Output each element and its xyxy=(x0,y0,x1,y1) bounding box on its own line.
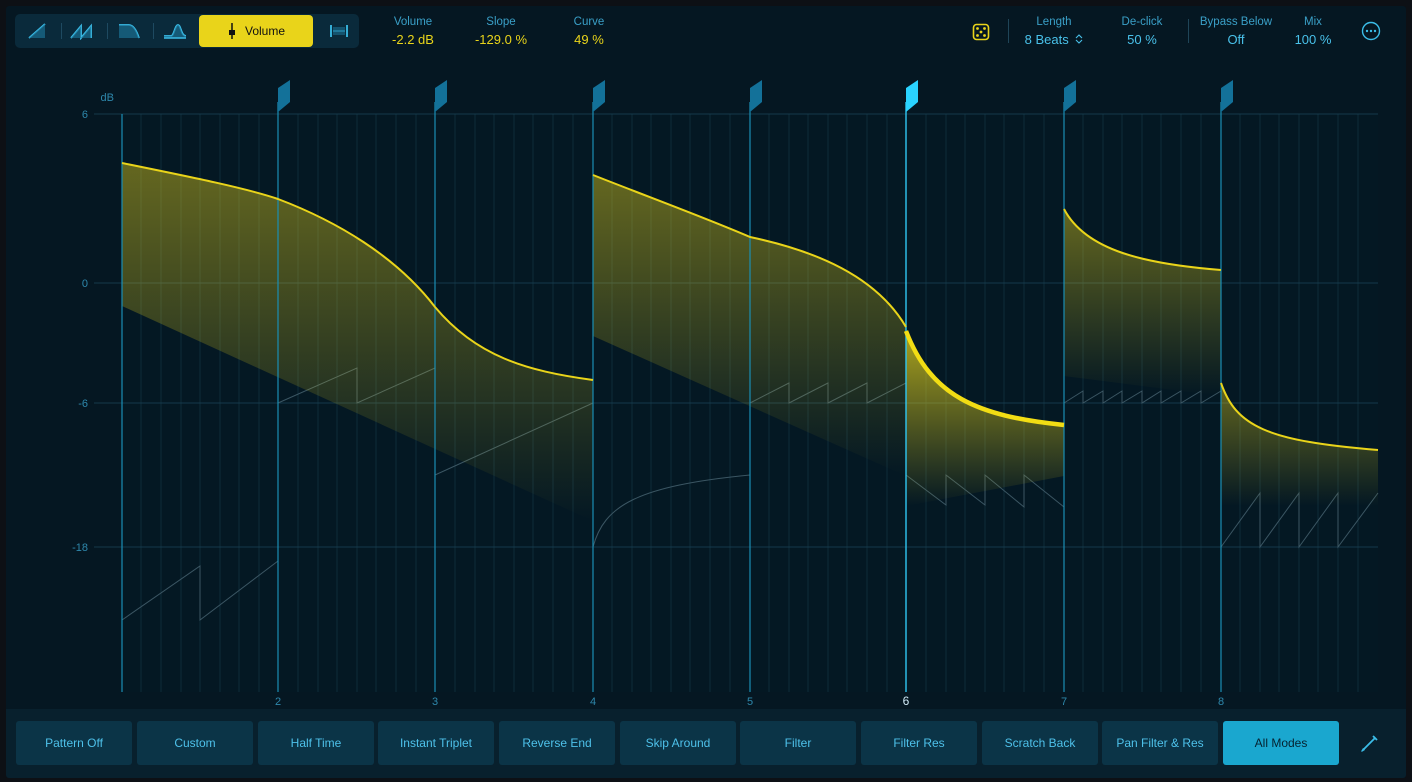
double-ramp-icon[interactable] xyxy=(63,14,103,48)
preset-half-time-button[interactable]: Half Time xyxy=(258,721,374,765)
mix-param[interactable]: Mix 100 % xyxy=(1286,15,1340,49)
preset-pattern-off-button[interactable]: Pattern Off xyxy=(16,721,132,765)
curve-param[interactable]: Curve 49 % xyxy=(559,15,619,49)
step-handles[interactable] xyxy=(278,80,1233,112)
shape-mode-selector: Volume xyxy=(15,14,359,48)
volume-mode-label: Volume xyxy=(244,24,286,38)
declick-param-label: De-click xyxy=(1121,16,1163,28)
length-param-value[interactable]: 8 Beats xyxy=(1018,31,1090,49)
slope-param[interactable]: Slope -129.0 % xyxy=(462,15,540,49)
stretch-icon[interactable] xyxy=(319,14,359,48)
curve-param-label: Curve xyxy=(573,16,605,28)
mix-param-value[interactable]: 100 % xyxy=(1286,31,1340,49)
volume-param-label: Volume xyxy=(393,16,433,28)
step-handle[interactable] xyxy=(278,80,290,112)
ramp-up-icon[interactable] xyxy=(17,14,57,48)
preset-skip-around-button[interactable]: Skip Around xyxy=(620,721,736,765)
volume-mode-button[interactable]: Volume xyxy=(199,15,313,47)
volume-param-value[interactable]: -2.2 dB xyxy=(380,31,446,49)
slope-param-value[interactable]: -129.0 % xyxy=(462,31,540,49)
x-tick-label: 8 xyxy=(1218,696,1224,708)
preset-filter-res-button[interactable]: Filter Res xyxy=(861,721,977,765)
length-param[interactable]: Length 8 Beats xyxy=(1018,15,1090,49)
volume-param[interactable]: Volume -2.2 dB xyxy=(380,15,446,49)
x-tick-label-selected: 6 xyxy=(903,694,910,708)
ramp-down-icon[interactable] xyxy=(109,14,149,48)
step-handle[interactable] xyxy=(1064,80,1076,112)
step-handle[interactable] xyxy=(435,80,447,112)
length-value-text: 8 Beats xyxy=(1024,32,1069,47)
mix-param-label: Mix xyxy=(1304,16,1322,28)
y-tick-label: 0 xyxy=(82,278,88,290)
x-tick-label: 3 xyxy=(432,696,438,708)
preset-scratch-back-button[interactable]: Scratch Back xyxy=(982,721,1098,765)
edit-pencil-icon[interactable] xyxy=(1358,733,1382,757)
top-toolbar: Volume Volume -2.2 dB Slope -129.0 % Cur… xyxy=(6,6,1406,66)
x-tick-label: 4 xyxy=(590,696,596,708)
x-tick-label: 7 xyxy=(1061,696,1067,708)
declick-param[interactable]: De-click 50 % xyxy=(1112,15,1172,49)
more-options-icon[interactable] xyxy=(1360,20,1382,42)
curve-param-value[interactable]: 49 % xyxy=(559,31,619,49)
slope-param-label: Slope xyxy=(486,16,516,28)
stepper-chevron-icon[interactable] xyxy=(1075,33,1083,45)
fader-icon xyxy=(228,23,235,39)
preset-filter-button[interactable]: Filter xyxy=(740,721,856,765)
preset-reverse-end-button[interactable]: Reverse End xyxy=(499,721,615,765)
x-tick-label: 5 xyxy=(747,696,753,708)
y-tick-label: 6 xyxy=(82,109,88,121)
plugin-window: dB 6 0 -6 -18 2 3 4 5 6 7 8 Volume Volum… xyxy=(6,6,1406,778)
step-graph[interactable]: dB 6 0 -6 -18 2 3 4 5 6 7 8 xyxy=(6,6,1406,709)
bypass-below-value[interactable]: Off xyxy=(1195,31,1277,49)
db-unit-label: dB xyxy=(101,92,114,104)
preset-custom-button[interactable]: Custom xyxy=(137,721,253,765)
bypass-below-label: Bypass Below xyxy=(1199,16,1273,28)
preset-bar: Pattern Off Custom Half Time Instant Tri… xyxy=(6,709,1406,778)
preset-all-modes-button[interactable]: All Modes xyxy=(1223,721,1339,765)
step-handle[interactable] xyxy=(1221,80,1233,112)
bypass-below-param[interactable]: Bypass Below Off xyxy=(1195,15,1277,49)
randomize-dice-icon[interactable] xyxy=(971,22,991,42)
length-param-label: Length xyxy=(1036,16,1072,28)
declick-param-value[interactable]: 50 % xyxy=(1112,31,1172,49)
step-handle-selected[interactable] xyxy=(906,80,918,112)
step-handle[interactable] xyxy=(750,80,762,112)
x-tick-label: 2 xyxy=(275,696,281,708)
y-tick-label: -18 xyxy=(72,542,88,554)
preset-instant-triplet-button[interactable]: Instant Triplet xyxy=(378,721,494,765)
preset-pan-filter-res-button[interactable]: Pan Filter & Res xyxy=(1102,721,1218,765)
pulse-icon[interactable] xyxy=(155,14,195,48)
y-tick-label: -6 xyxy=(78,398,88,410)
step-handle[interactable] xyxy=(593,80,605,112)
